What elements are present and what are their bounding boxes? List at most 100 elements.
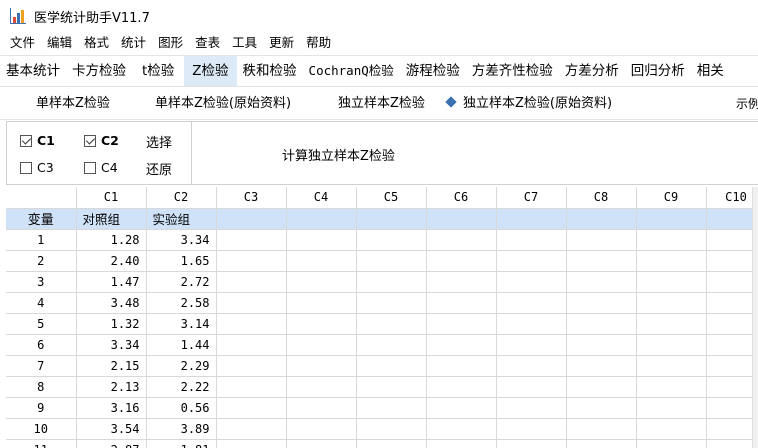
- empty-cell[interactable]: [706, 418, 758, 440]
- empty-cell[interactable]: [566, 418, 637, 440]
- data-cell[interactable]: 3.89: [146, 418, 217, 440]
- column-header-c8[interactable]: C8: [566, 187, 637, 209]
- subtab-independent-z-raw[interactable]: 独立样本Z检验(原始资料): [445, 88, 612, 119]
- tab-correlation[interactable]: 相关: [691, 56, 730, 86]
- empty-cell[interactable]: [286, 250, 357, 272]
- row-number[interactable]: 4: [6, 292, 77, 314]
- empty-cell[interactable]: [286, 292, 357, 314]
- row-number[interactable]: 3: [6, 271, 77, 293]
- empty-cell[interactable]: [636, 334, 707, 356]
- empty-cell[interactable]: [286, 334, 357, 356]
- empty-cell[interactable]: [356, 271, 427, 293]
- data-cell[interactable]: 2.29: [146, 355, 217, 377]
- empty-cell[interactable]: [636, 397, 707, 419]
- menu-file[interactable]: 文件: [4, 32, 41, 54]
- tab-rank-sum[interactable]: 秩和检验: [237, 56, 303, 86]
- subtab-one-sample-z[interactable]: 单样本Z检验: [36, 88, 110, 119]
- empty-cell[interactable]: [286, 313, 357, 335]
- checkbox-c1[interactable]: C1: [20, 133, 55, 148]
- checkbox-c3-box[interactable]: [20, 161, 32, 174]
- data-cell[interactable]: 1.81: [146, 439, 217, 448]
- menu-update[interactable]: 更新: [263, 32, 300, 54]
- checkbox-c1-box[interactable]: [20, 134, 32, 147]
- variable-name-cell[interactable]: [356, 208, 427, 230]
- variable-name-cell[interactable]: [566, 208, 637, 230]
- row-number[interactable]: 1: [6, 229, 77, 251]
- empty-cell[interactable]: [496, 439, 567, 448]
- empty-cell[interactable]: [496, 292, 567, 314]
- empty-cell[interactable]: [706, 250, 758, 272]
- empty-cell[interactable]: [496, 397, 567, 419]
- empty-cell[interactable]: [426, 439, 497, 448]
- select-button[interactable]: 选择: [146, 132, 172, 151]
- empty-cell[interactable]: [566, 439, 637, 448]
- column-header-c7[interactable]: C7: [496, 187, 567, 209]
- empty-cell[interactable]: [426, 418, 497, 440]
- data-cell[interactable]: 0.56: [146, 397, 217, 419]
- menu-lookup-table[interactable]: 查表: [189, 32, 226, 54]
- restore-button[interactable]: 还原: [146, 159, 172, 178]
- variable-name-cell[interactable]: [496, 208, 567, 230]
- tab-runs-test[interactable]: 游程检验: [400, 56, 466, 86]
- variable-name-cell[interactable]: [636, 208, 707, 230]
- empty-cell[interactable]: [566, 271, 637, 293]
- empty-cell[interactable]: [426, 229, 497, 251]
- empty-cell[interactable]: [426, 271, 497, 293]
- empty-cell[interactable]: [216, 292, 287, 314]
- empty-cell[interactable]: [706, 376, 758, 398]
- row-number[interactable]: 7: [6, 355, 77, 377]
- variable-name-cell[interactable]: 实验组: [146, 208, 217, 230]
- empty-cell[interactable]: [216, 355, 287, 377]
- empty-cell[interactable]: [426, 250, 497, 272]
- data-cell[interactable]: 3.34: [76, 334, 147, 356]
- empty-cell[interactable]: [566, 397, 637, 419]
- tab-anova[interactable]: 方差分析: [559, 56, 625, 86]
- empty-cell[interactable]: [636, 376, 707, 398]
- empty-cell[interactable]: [706, 397, 758, 419]
- empty-cell[interactable]: [356, 250, 427, 272]
- column-header-c2[interactable]: C2: [146, 187, 217, 209]
- checkbox-c2-box[interactable]: [84, 134, 96, 147]
- checkbox-c4[interactable]: C4: [84, 160, 118, 175]
- empty-cell[interactable]: [636, 313, 707, 335]
- column-header-c1[interactable]: C1: [76, 187, 147, 209]
- checkbox-c4-box[interactable]: [84, 161, 96, 174]
- empty-cell[interactable]: [216, 250, 287, 272]
- menu-statistics[interactable]: 统计: [115, 32, 152, 54]
- variable-name-cell[interactable]: [216, 208, 287, 230]
- empty-cell[interactable]: [356, 313, 427, 335]
- empty-cell[interactable]: [496, 376, 567, 398]
- empty-cell[interactable]: [496, 334, 567, 356]
- row-number[interactable]: 2: [6, 250, 77, 272]
- empty-cell[interactable]: [566, 229, 637, 251]
- empty-cell[interactable]: [636, 271, 707, 293]
- empty-cell[interactable]: [356, 334, 427, 356]
- empty-cell[interactable]: [426, 313, 497, 335]
- subtab-one-sample-z-raw[interactable]: 单样本Z检验(原始资料): [155, 88, 291, 119]
- column-header-c5[interactable]: C5: [356, 187, 427, 209]
- empty-cell[interactable]: [216, 229, 287, 251]
- empty-cell[interactable]: [636, 355, 707, 377]
- empty-cell[interactable]: [286, 229, 357, 251]
- vertical-scrollbar[interactable]: [752, 187, 758, 448]
- row-number[interactable]: 8: [6, 376, 77, 398]
- column-header-c3[interactable]: C3: [216, 187, 287, 209]
- row-number[interactable]: 6: [6, 334, 77, 356]
- empty-cell[interactable]: [706, 334, 758, 356]
- data-cell[interactable]: 1.32: [76, 313, 147, 335]
- empty-cell[interactable]: [216, 439, 287, 448]
- empty-cell[interactable]: [286, 355, 357, 377]
- empty-cell[interactable]: [426, 397, 497, 419]
- empty-cell[interactable]: [496, 418, 567, 440]
- data-cell[interactable]: 3.48: [76, 292, 147, 314]
- empty-cell[interactable]: [286, 397, 357, 419]
- empty-cell[interactable]: [496, 250, 567, 272]
- tab-cochranq[interactable]: CochranQ检验: [303, 56, 400, 86]
- empty-cell[interactable]: [636, 418, 707, 440]
- empty-cell[interactable]: [496, 313, 567, 335]
- empty-cell[interactable]: [356, 355, 427, 377]
- data-cell[interactable]: 1.47: [76, 271, 147, 293]
- empty-cell[interactable]: [426, 355, 497, 377]
- empty-cell[interactable]: [426, 292, 497, 314]
- menu-tools[interactable]: 工具: [226, 32, 263, 54]
